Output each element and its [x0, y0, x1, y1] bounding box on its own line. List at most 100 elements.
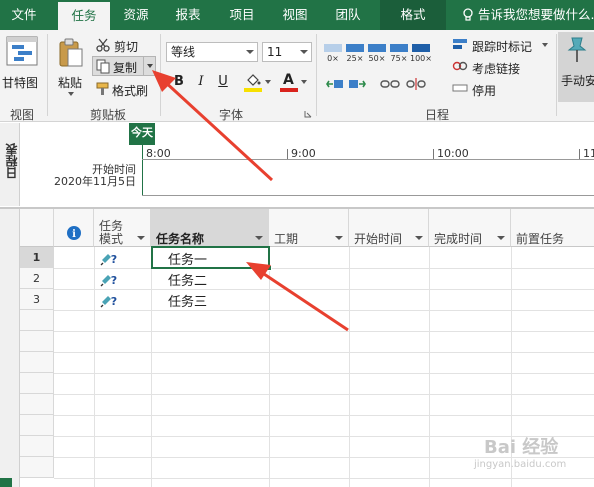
- chevron-down-icon[interactable]: [255, 236, 263, 240]
- move-task-forward-icon[interactable]: [348, 77, 366, 91]
- respect-links-button[interactable]: 考虑链接: [452, 58, 542, 76]
- separator: [160, 34, 161, 116]
- format-painter-button[interactable]: 格式刷: [94, 80, 154, 98]
- row-number[interactable]: 1: [20, 247, 54, 268]
- tab-resource[interactable]: 资源: [114, 0, 158, 30]
- underline-button[interactable]: U: [214, 73, 232, 91]
- copy-icon: [96, 59, 110, 74]
- copy-label: 复制: [113, 61, 138, 75]
- fill-handle[interactable]: [266, 265, 272, 271]
- row-number[interactable]: [20, 310, 54, 331]
- copy-dropdown[interactable]: [143, 56, 156, 76]
- grid-line: [349, 247, 350, 487]
- pct-75-button[interactable]: 75×: [388, 40, 410, 70]
- inactivate-label: 停用: [472, 84, 497, 98]
- pct-0-button[interactable]: 0×: [322, 40, 344, 70]
- font-size-select[interactable]: 11: [262, 42, 312, 62]
- grid-line: [54, 289, 594, 290]
- italic-button[interactable]: I: [192, 73, 210, 91]
- grid-line: [429, 247, 430, 487]
- timeline-pane[interactable]: 日程表 今天 开始时间 2020年11月5日 8:00 9:00 10:00 1…: [0, 123, 594, 206]
- row-number[interactable]: [20, 415, 54, 436]
- grid-line: [151, 247, 152, 487]
- pct-25-label: 25×: [346, 54, 364, 63]
- dialog-launcher-icon[interactable]: [304, 110, 312, 118]
- column-header-task-mode[interactable]: 任务 模式: [94, 209, 151, 247]
- clipboard-paste-icon: [59, 38, 83, 67]
- tell-me-text: 告诉我您想要做什么...: [478, 7, 594, 22]
- column-header-finish[interactable]: 完成时间: [429, 209, 511, 247]
- tab-view[interactable]: 视图: [273, 0, 317, 30]
- clipboard-group-label: 剪贴板: [89, 108, 126, 122]
- grid-line: [54, 373, 594, 374]
- row-number[interactable]: 3: [20, 289, 54, 310]
- task-name-cell[interactable]: 任务二: [168, 270, 207, 289]
- row-number[interactable]: [20, 394, 54, 415]
- chevron-down-icon: [265, 80, 271, 84]
- bold-button[interactable]: B: [170, 73, 188, 91]
- cut-button[interactable]: 剪切: [94, 36, 146, 54]
- tab-format[interactable]: 格式: [380, 0, 446, 30]
- progress-bar-icon: [324, 44, 342, 52]
- pct-50-button[interactable]: 50×: [366, 40, 388, 70]
- timeline-bar-bottom: [142, 195, 594, 196]
- inactivate-button[interactable]: 停用: [452, 80, 522, 98]
- font-name-value: 等线: [171, 45, 196, 59]
- svg-text:?: ?: [111, 295, 117, 308]
- column-header-info[interactable]: i: [54, 209, 94, 247]
- copy-button[interactable]: 复制: [92, 56, 156, 76]
- row-number[interactable]: [20, 436, 54, 457]
- move-task-back-icon[interactable]: [326, 77, 344, 91]
- select-all-corner[interactable]: [20, 209, 54, 247]
- mark-on-track-button[interactable]: 跟踪时标记: [452, 36, 552, 54]
- timeline-axis: [142, 159, 594, 160]
- task-mode-line2: 模式: [99, 232, 124, 246]
- manual-task-icon: ?: [100, 295, 117, 308]
- row-number[interactable]: [20, 352, 54, 373]
- predecessors-header-label: 前置任务: [516, 232, 565, 246]
- font-name-select[interactable]: 等线: [166, 42, 258, 62]
- chevron-down-icon: [147, 64, 153, 68]
- column-header-start[interactable]: 开始时间: [349, 209, 429, 247]
- font-color-button[interactable]: A: [279, 72, 309, 94]
- column-header-predecessors[interactable]: 前置任务: [511, 209, 594, 247]
- chevron-down-icon[interactable]: [497, 236, 505, 240]
- tab-report[interactable]: 报表: [166, 0, 210, 30]
- pct-50-label: 50×: [368, 54, 386, 63]
- gantt-chart-icon: [6, 36, 38, 66]
- paintbrush-icon: [96, 82, 109, 95]
- chevron-down-icon[interactable]: [335, 236, 343, 240]
- grid-line: [54, 310, 594, 311]
- manual-schedule-button[interactable]: 手动安: [558, 32, 594, 102]
- pct-100-button[interactable]: 100×: [410, 40, 432, 70]
- row-number[interactable]: [20, 457, 54, 478]
- pct-25-button[interactable]: 25×: [344, 40, 366, 70]
- highlight-color-button[interactable]: [243, 72, 273, 94]
- column-header-duration[interactable]: 工期: [269, 209, 349, 247]
- svg-text:?: ?: [111, 274, 117, 287]
- format-painter-label: 格式刷: [112, 84, 149, 98]
- row-number[interactable]: 2: [20, 268, 54, 289]
- gantt-chart-button[interactable]: 甘特图: [2, 34, 44, 100]
- tell-me-box[interactable]: 告诉我您想要做什么...: [462, 0, 594, 30]
- timeline-tick: 8:00: [146, 147, 171, 160]
- chevron-down-icon[interactable]: [415, 236, 423, 240]
- tab-project[interactable]: 项目: [220, 0, 264, 30]
- grid-line: [54, 352, 594, 353]
- task-name-cell[interactable]: 任务三: [168, 291, 207, 310]
- tab-team[interactable]: 团队: [326, 0, 370, 30]
- tab-task[interactable]: 任务: [58, 2, 110, 30]
- selected-cell-border: [151, 246, 272, 271]
- tab-file[interactable]: 文件: [0, 0, 48, 30]
- timeline-tick: 11: [583, 147, 594, 160]
- chevron-down-icon[interactable]: [137, 236, 145, 240]
- paste-button[interactable]: 粘贴: [54, 34, 88, 100]
- unlink-tasks-icon[interactable]: [406, 77, 426, 91]
- manual-task-icon: ?: [100, 253, 117, 266]
- finish-header-label: 完成时间: [434, 232, 483, 246]
- link-tasks-icon[interactable]: [380, 77, 400, 91]
- row-number[interactable]: [20, 373, 54, 394]
- scissors-icon: [96, 38, 110, 52]
- row-number[interactable]: [20, 331, 54, 352]
- column-header-task-name[interactable]: 任务名称: [151, 209, 269, 247]
